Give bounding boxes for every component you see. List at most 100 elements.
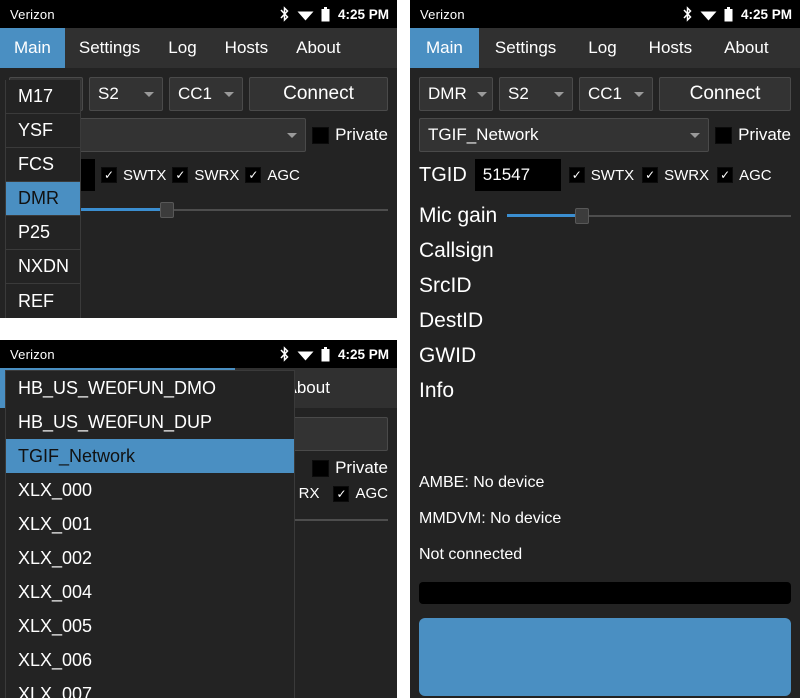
srcid-row: SrcID — [419, 268, 791, 303]
agc-checkbox[interactable]: ✓ AGC — [333, 485, 388, 502]
slider-thumb[interactable] — [575, 207, 590, 224]
carrier-label: Verizon — [10, 6, 55, 22]
checkbox-box: ✓ — [333, 485, 350, 502]
slider-fill — [507, 214, 579, 217]
mode-option-m17[interactable]: M17 — [6, 80, 80, 114]
colorcode-spinner-value: CC1 — [588, 84, 623, 103]
tab-settings[interactable]: Settings — [479, 28, 572, 68]
host-option-6[interactable]: XLX_004 — [6, 575, 294, 609]
host-option-9[interactable]: XLX_007 — [6, 677, 294, 698]
agc-label: AGC — [739, 166, 772, 184]
swrx-checkbox[interactable]: ✓ SWRX — [642, 167, 709, 184]
gwid-row: GWID — [419, 338, 791, 373]
mic-gain-row: Mic gain — [419, 198, 791, 233]
wifi-icon — [700, 8, 717, 21]
private-label: Private — [738, 125, 791, 144]
host-option-5[interactable]: XLX_002 — [6, 541, 294, 575]
checkbox-box: ✓ — [245, 167, 262, 183]
tab-hosts[interactable]: Hosts — [633, 28, 708, 68]
bluetooth-icon — [279, 6, 290, 22]
mode-spinner[interactable]: DMR — [419, 77, 493, 111]
mode-option-ysf[interactable]: YSF — [6, 114, 80, 148]
colorcode-spinner-value: CC1 — [178, 84, 213, 103]
agc-checkbox[interactable]: ✓ AGC — [245, 167, 300, 184]
swtx-label: SWTX — [123, 166, 167, 184]
checkbox-box — [312, 459, 330, 477]
connect-button[interactable]: Connect — [659, 77, 791, 111]
checkbox-box — [715, 126, 733, 144]
tgid-row: TGID 51547 ✓ SWTX ✓ SWRX ✓ AGC — [419, 159, 791, 191]
battery-icon — [321, 6, 330, 22]
private-checkbox[interactable]: Private — [715, 125, 791, 145]
tab-about[interactable]: About — [708, 28, 784, 68]
swtx-checkbox[interactable]: ✓ SWTX — [568, 167, 634, 184]
panel-right: Verizon 4:25 PM Main Settings Log Hosts … — [410, 0, 800, 698]
status-bar: Verizon 4:25 PM — [0, 0, 397, 28]
tab-log[interactable]: Log — [572, 28, 632, 68]
tgid-input[interactable]: 51547 — [474, 159, 561, 191]
status-bar: Verizon 4:25 PM — [0, 340, 397, 368]
mode-option-dmr[interactable]: DMR — [6, 182, 80, 216]
mic-gain-slider[interactable] — [507, 205, 791, 227]
connect-button[interactable]: Connect — [249, 77, 388, 111]
mic-gain-slider[interactable] — [48, 199, 388, 221]
tab-settings[interactable]: Settings — [65, 28, 154, 68]
private-label: Private — [335, 458, 388, 477]
bluetooth-icon — [279, 346, 290, 362]
host-spinner-value: TGIF_Network — [428, 125, 539, 144]
checkbox-box: ✓ — [172, 167, 189, 183]
host-option-3[interactable]: XLX_000 — [6, 473, 294, 507]
swrx-checkbox[interactable]: ✓ SWRX — [172, 167, 239, 184]
swtx-checkbox[interactable]: ✓ SWTX — [101, 167, 166, 184]
agc-checkbox[interactable]: ✓ AGC — [717, 167, 772, 184]
destid-row: DestID — [419, 303, 791, 338]
host-option-0[interactable]: HB_US_WE0FUN_DMO — [6, 371, 294, 405]
host-option-1[interactable]: HB_US_WE0FUN_DUP — [6, 405, 294, 439]
chevron-down-icon — [554, 91, 564, 97]
host-option-8[interactable]: XLX_006 — [6, 643, 294, 677]
chevron-down-icon — [224, 91, 234, 97]
hosts-dropdown-popup[interactable]: HB_US_WE0FUN_DMO HB_US_WE0FUN_DUP TGIF_N… — [5, 370, 295, 698]
level-meter — [419, 582, 791, 604]
chevron-down-icon — [690, 132, 701, 138]
slot-spinner-value: S2 — [508, 84, 529, 103]
mode-option-ref[interactable]: REF — [6, 284, 80, 318]
ptt-button[interactable] — [419, 618, 791, 696]
tab-about[interactable]: About — [282, 28, 354, 68]
colorcode-spinner[interactable]: CC1 — [169, 77, 243, 111]
ambe-status: AMBE: No device — [419, 474, 545, 491]
mode-dropdown-popup[interactable]: M17 YSF FCS DMR P25 NXDN REF — [5, 80, 81, 318]
private-checkbox[interactable]: Private — [312, 458, 388, 478]
slot-spinner[interactable]: S2 — [89, 77, 163, 111]
mode-row: DMR S2 CC1 Connect — [419, 77, 791, 111]
mode-option-nxdn[interactable]: NXDN — [6, 250, 80, 284]
callsign-label: Callsign — [419, 238, 494, 262]
swrx-label: SWRX — [664, 166, 710, 184]
tab-main[interactable]: Main — [410, 28, 479, 68]
tab-bar: Main Settings Log Hosts About — [0, 28, 397, 68]
checkbox-box — [312, 126, 330, 144]
tab-log[interactable]: Log — [154, 28, 210, 68]
colorcode-spinner[interactable]: CC1 — [579, 77, 653, 111]
srcid-label: SrcID — [419, 273, 472, 297]
mmdvm-status: MMDVM: No device — [419, 510, 562, 527]
connection-status: Not connected — [419, 546, 523, 563]
tab-hosts[interactable]: Hosts — [211, 28, 282, 68]
host-option-2[interactable]: TGIF_Network — [6, 439, 294, 473]
wifi-icon — [297, 8, 314, 21]
slot-spinner[interactable]: S2 — [499, 77, 573, 111]
carrier-label: Verizon — [420, 6, 465, 22]
host-spinner[interactable]: TGIF_Network — [419, 118, 710, 152]
private-checkbox[interactable]: Private — [312, 125, 388, 145]
tgid-label: TGID — [419, 163, 467, 186]
tab-main[interactable]: Main — [0, 28, 65, 68]
slider-thumb[interactable] — [160, 201, 175, 218]
host-row: TGIF_Network Private — [419, 118, 791, 152]
battery-icon — [321, 346, 330, 362]
host-option-7[interactable]: XLX_005 — [6, 609, 294, 643]
spacer-block — [419, 408, 791, 474]
host-option-4[interactable]: XLX_001 — [6, 507, 294, 541]
mode-option-p25[interactable]: P25 — [6, 216, 80, 250]
checkbox-box: ✓ — [717, 167, 734, 183]
mode-option-fcs[interactable]: FCS — [6, 148, 80, 182]
